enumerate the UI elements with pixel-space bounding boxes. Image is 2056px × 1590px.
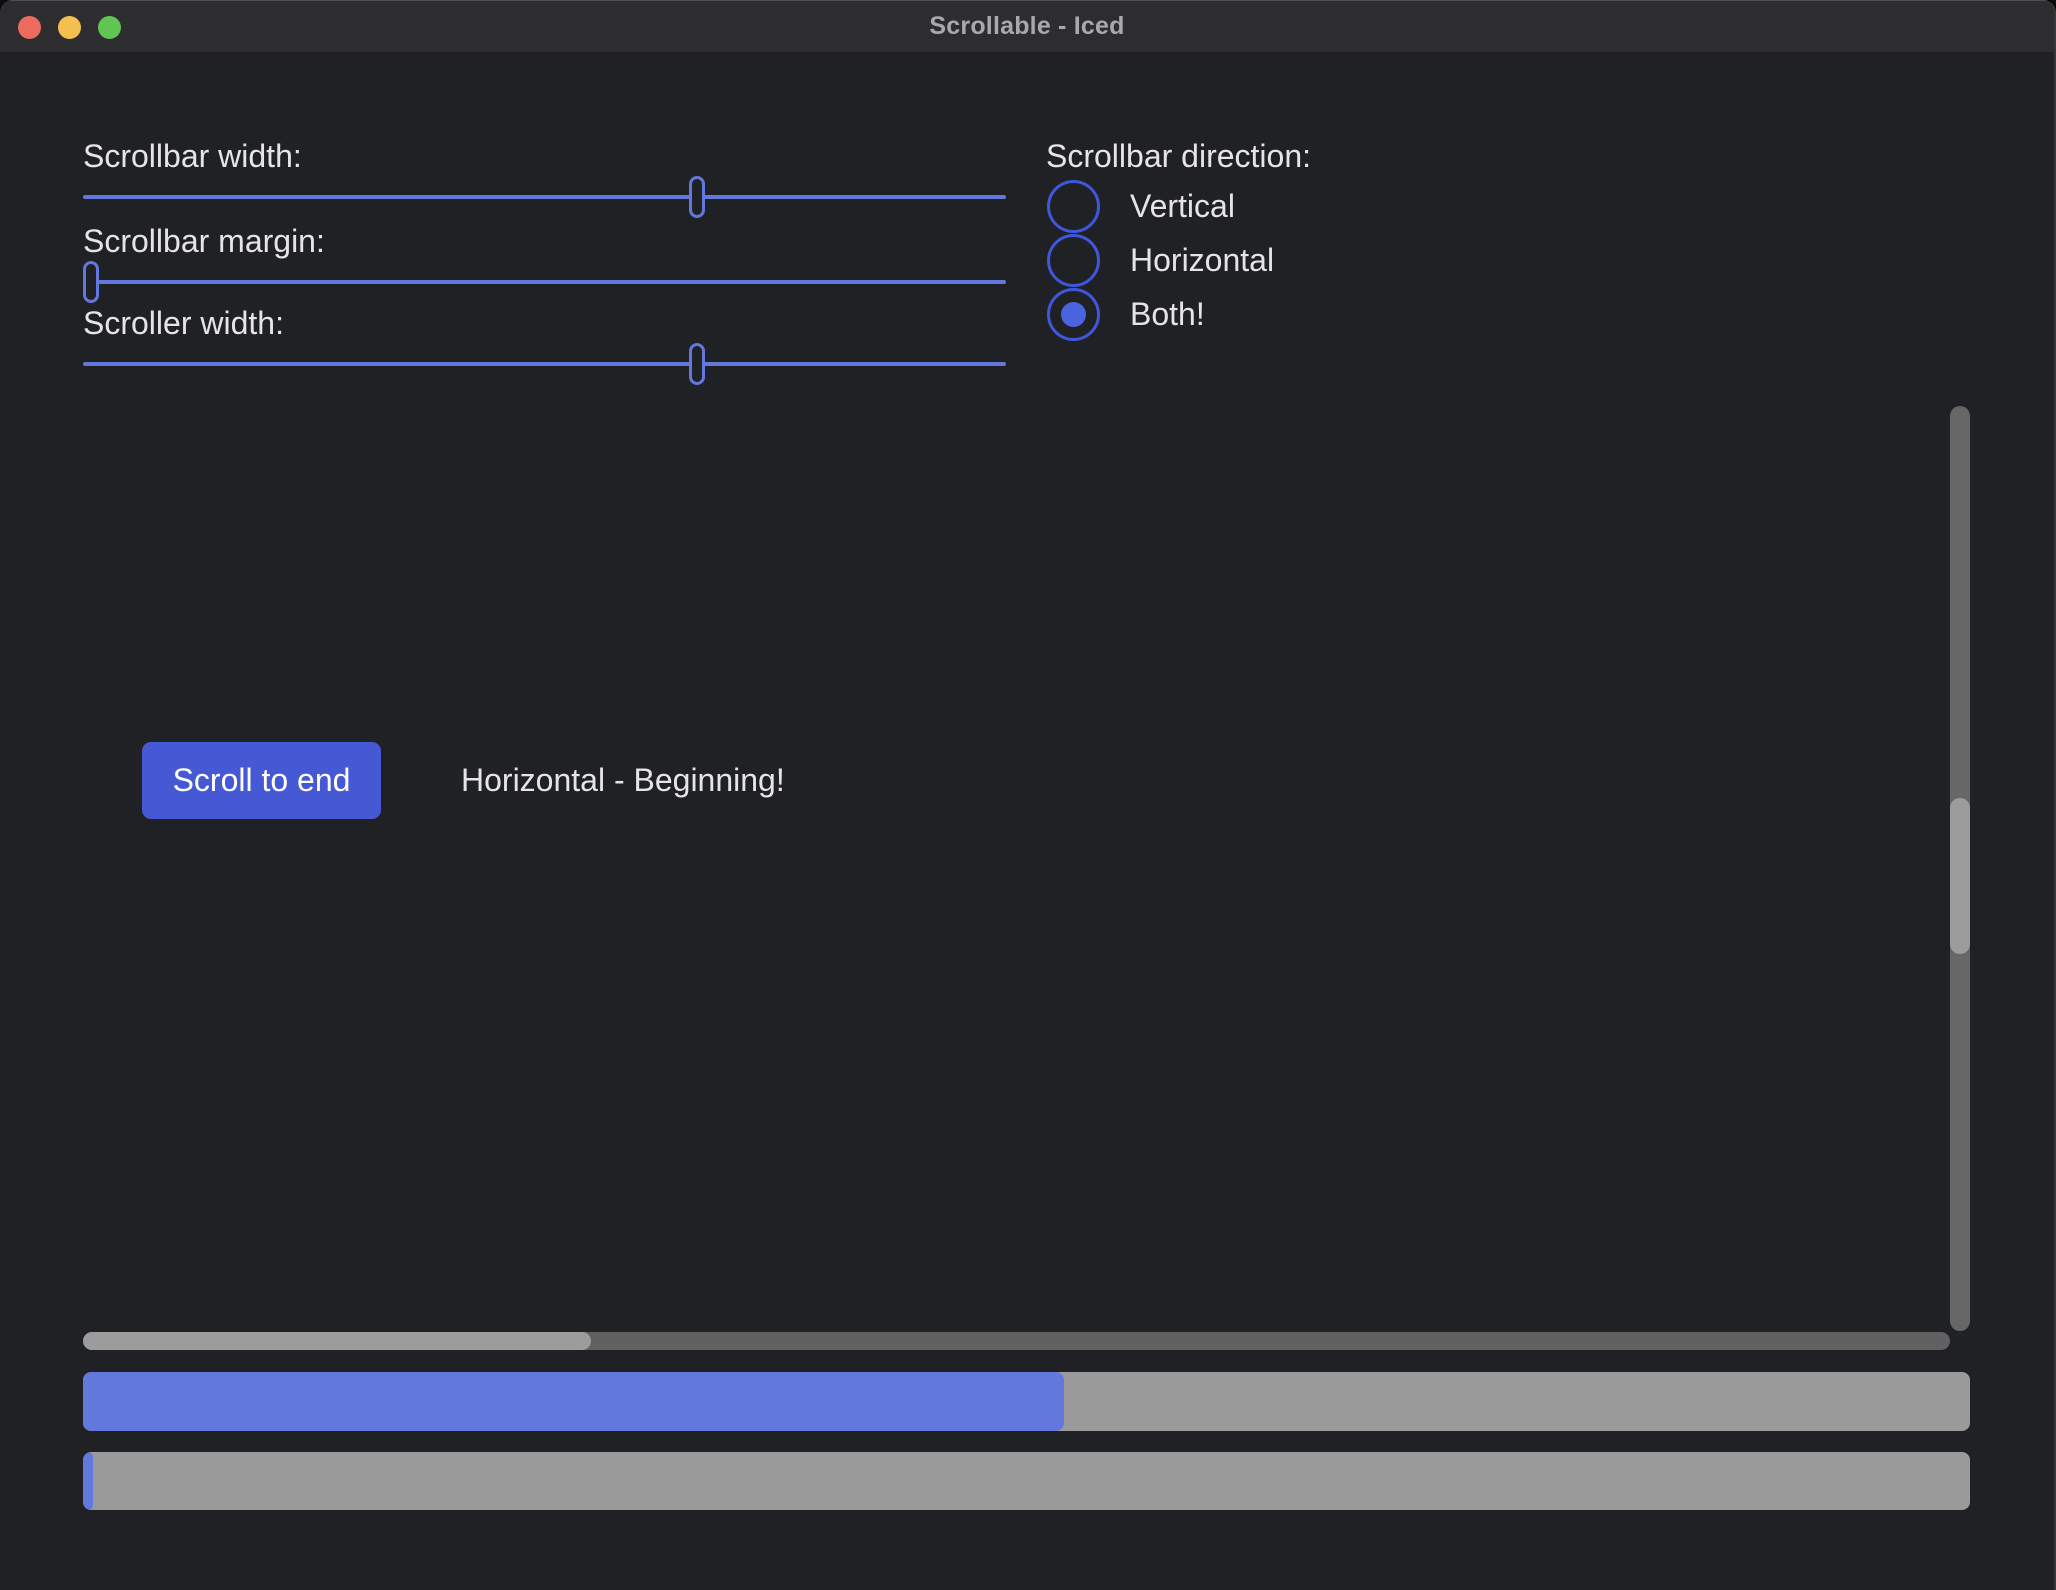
radio-option-label: Both! <box>1130 296 1205 333</box>
scrollbar-direction-label: Scrollbar direction: <box>1046 134 1311 178</box>
radio-option-both[interactable]: Both! <box>1047 287 1205 341</box>
radio-option-label: Horizontal <box>1130 242 1274 279</box>
scroll-status-text: Horizontal - Beginning! <box>461 742 785 819</box>
scrollbar-width-label: Scrollbar width: <box>83 134 302 178</box>
window-title: Scrollable - Iced <box>929 12 1124 41</box>
progress-fill <box>83 1372 1064 1431</box>
radio-circle-icon[interactable] <box>1047 288 1100 341</box>
slider-handle[interactable] <box>83 261 99 303</box>
zoom-button[interactable] <box>98 16 121 39</box>
horizontal-progress-bar <box>83 1372 1970 1431</box>
vertical-scrollbar[interactable] <box>1950 406 1970 1331</box>
radio-option-label: Vertical <box>1130 188 1235 225</box>
scrollbar-margin-label: Scrollbar margin: <box>83 219 325 263</box>
scroller-width-slider[interactable] <box>83 362 1006 366</box>
app-window: Scrollable - Iced Scrollbar width: Scrol… <box>0 0 2056 1590</box>
slider-handle[interactable] <box>689 343 705 385</box>
vertical-scroller-thumb[interactable] <box>1950 798 1970 953</box>
close-button[interactable] <box>18 16 41 39</box>
radio-dot-icon <box>1061 302 1086 327</box>
vertical-progress-bar <box>83 1452 1970 1510</box>
horizontal-scroller-thumb[interactable] <box>83 1332 591 1350</box>
traffic-lights <box>18 1 121 54</box>
radio-option-horizontal[interactable]: Horizontal <box>1047 233 1274 287</box>
minimize-button[interactable] <box>58 16 81 39</box>
scroll-to-end-button[interactable]: Scroll to end <box>142 742 381 819</box>
radio-option-vertical[interactable]: Vertical <box>1047 179 1235 233</box>
scroller-width-label: Scroller width: <box>83 301 284 345</box>
horizontal-scrollbar[interactable] <box>83 1332 1950 1350</box>
title-bar: Scrollable - Iced <box>0 0 2054 53</box>
scrollbar-margin-slider[interactable] <box>83 280 1006 284</box>
slider-handle[interactable] <box>689 176 705 218</box>
radio-circle-icon[interactable] <box>1047 180 1100 233</box>
scrollbar-width-slider[interactable] <box>83 195 1006 199</box>
radio-circle-icon[interactable] <box>1047 234 1100 287</box>
progress-fill <box>83 1452 93 1510</box>
